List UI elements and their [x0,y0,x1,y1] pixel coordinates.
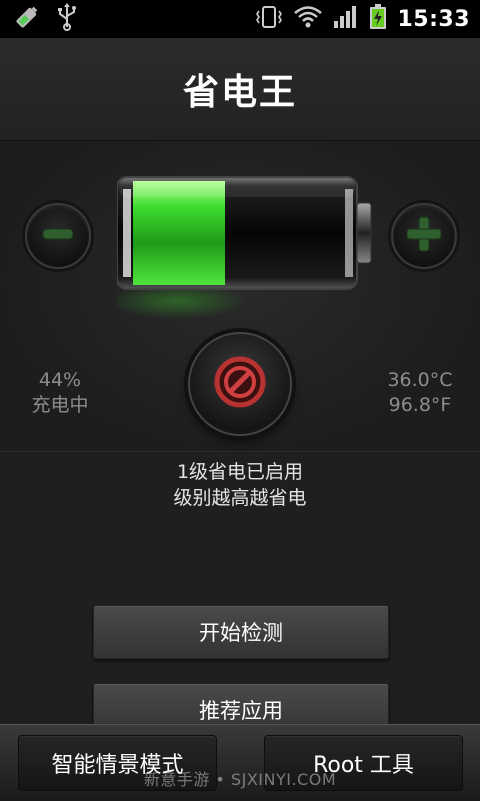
battery-percent: 44% [38,369,82,391]
decrease-level-button[interactable] [25,203,91,269]
charging-state: 充电中 [31,394,89,416]
save-level-status: 1级省电已启用 [176,461,304,483]
wifi-icon [293,5,323,33]
temperature-c: 36.0°C [387,369,453,391]
signal-icon [333,5,359,33]
start-detect-button[interactable]: 开始检测 [93,605,389,659]
status-bar: 15:33 [0,0,480,38]
usb-icon [56,3,78,35]
clock: 15:33 [397,6,470,32]
battery-icon [369,4,387,34]
page-title: 省电王 [182,72,297,113]
app-header: 省电王 [0,38,480,141]
watermark: 新意手游 • SJXINYI.COM [143,770,337,789]
save-level-info: 1级省电已启用 级别越高越省电 [0,459,480,511]
plus-icon [404,214,444,258]
power-save-toggle-button[interactable] [188,332,292,436]
vibrate-icon [255,4,283,34]
minus-icon [40,216,76,256]
save-level-hint: 级别越高越省电 [173,487,307,509]
battery-charging-icon [12,2,42,36]
temperature-f: 96.8°F [388,394,452,416]
battery-panel: 44% 充电中 36.0°C 96.8°F [0,141,480,452]
battery-graphic [107,173,377,327]
power-save-icon [212,354,268,414]
increase-level-button[interactable] [391,203,457,269]
temperature: 36.0°C 96.8°F [375,368,465,418]
battery-status: 44% 充电中 [20,368,100,418]
